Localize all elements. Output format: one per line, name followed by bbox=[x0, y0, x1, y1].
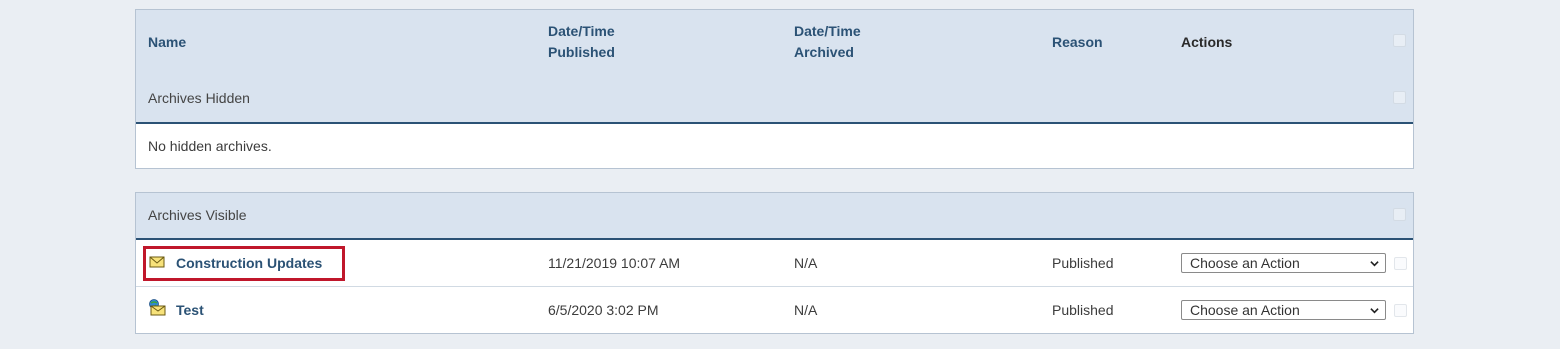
select-all-checkbox[interactable] bbox=[1393, 34, 1406, 47]
table-header: Name Date/Time Published Date/Time Archi… bbox=[136, 10, 1413, 124]
select-all-hidden-checkbox[interactable] bbox=[1393, 91, 1406, 104]
action-select[interactable]: Choose an Action bbox=[1181, 253, 1386, 273]
column-header-actions: Actions bbox=[1181, 34, 1233, 50]
archives-hidden-panel: Name Date/Time Published Date/Time Archi… bbox=[135, 9, 1414, 169]
table-row: Test 6/5/2020 3:02 PM N/A Published Choo… bbox=[136, 286, 1413, 333]
action-select-value: Choose an Action bbox=[1190, 255, 1300, 271]
action-select-value: Choose an Action bbox=[1190, 302, 1300, 318]
envelope-icon bbox=[149, 255, 165, 272]
archive-link-construction-updates[interactable]: Construction Updates bbox=[176, 255, 322, 271]
empty-message: No hidden archives. bbox=[148, 138, 272, 154]
column-header-published[interactable]: Date/Time Published bbox=[548, 21, 615, 63]
archives-visible-panel: Archives Visible Construction Updates 11… bbox=[135, 192, 1414, 334]
archived-date: N/A bbox=[794, 302, 818, 318]
action-select[interactable]: Choose an Action bbox=[1181, 300, 1386, 320]
chevron-down-icon bbox=[1370, 261, 1379, 267]
table-row: Construction Updates 11/21/2019 10:07 AM… bbox=[136, 240, 1413, 286]
row-checkbox[interactable] bbox=[1394, 304, 1407, 317]
section-header: Archives Visible bbox=[136, 193, 1413, 240]
column-header-name[interactable]: Name bbox=[148, 32, 186, 53]
reason: Published bbox=[1052, 302, 1114, 318]
column-header-published-line2: Published bbox=[548, 44, 615, 60]
row-checkbox[interactable] bbox=[1394, 257, 1407, 270]
envelope-web-icon bbox=[148, 299, 166, 319]
column-header-archived[interactable]: Date/Time Archived bbox=[794, 21, 861, 63]
published-date: 6/5/2020 3:02 PM bbox=[548, 302, 659, 318]
reason: Published bbox=[1052, 255, 1114, 271]
column-header-archived-line1: Date/Time bbox=[794, 23, 861, 39]
select-all-visible-checkbox[interactable] bbox=[1393, 208, 1406, 221]
column-header-archived-line2: Archived bbox=[794, 44, 854, 60]
column-header-reason[interactable]: Reason bbox=[1052, 32, 1103, 53]
section-title-visible: Archives Visible bbox=[148, 207, 247, 223]
section-title-hidden: Archives Hidden bbox=[148, 90, 250, 106]
empty-row: No hidden archives. bbox=[136, 124, 1413, 170]
chevron-down-icon bbox=[1370, 308, 1379, 314]
column-header-published-line1: Date/Time bbox=[548, 23, 615, 39]
archive-link-test[interactable]: Test bbox=[176, 302, 204, 318]
published-date: 11/21/2019 10:07 AM bbox=[548, 255, 681, 271]
archived-date: N/A bbox=[794, 255, 818, 271]
